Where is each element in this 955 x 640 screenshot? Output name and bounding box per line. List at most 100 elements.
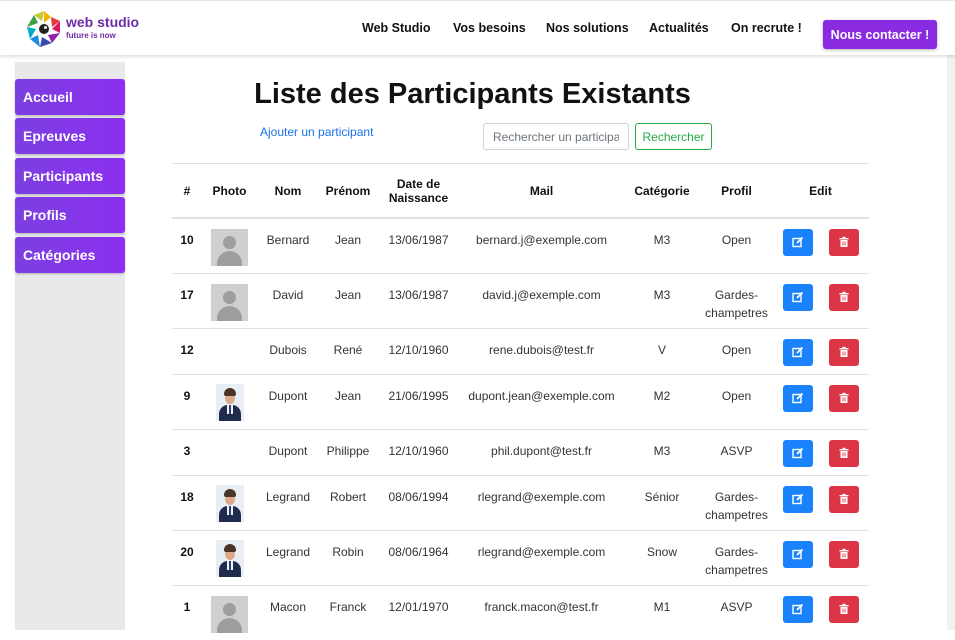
delete-button[interactable]	[828, 540, 859, 568]
cell-id: 10	[172, 217, 202, 273]
sidebar-item-participants[interactable]: Participants	[15, 158, 125, 194]
cell-actions	[772, 327, 869, 374]
edit-button[interactable]	[782, 540, 813, 568]
cell-nom: Dupont	[257, 428, 319, 475]
cell-prenom: Robert	[319, 474, 377, 530]
logo-tagline: future is now	[66, 31, 116, 40]
cell-date-naissance: 21/06/1995	[377, 373, 460, 429]
cell-mail: dupont.jean@exemple.com	[460, 373, 623, 429]
nav-actualites[interactable]: Actualités	[649, 21, 709, 35]
header-id: #	[172, 163, 202, 219]
nav-web-studio[interactable]: Web Studio	[362, 21, 431, 35]
cell-id: 12	[172, 327, 202, 374]
edit-button[interactable]	[782, 384, 813, 412]
avatar-placeholder-icon	[211, 595, 248, 633]
sidebar-item-accueil[interactable]: Accueil	[15, 79, 125, 115]
cell-id: 9	[172, 373, 202, 429]
cell-profil: Gardes-champetres	[701, 474, 772, 530]
participants-table: # Photo Nom Prénom Date de Naissance Mai…	[172, 163, 869, 640]
table-row: 17 David Jean 13/06/1987 david.j@exemple.com…	[172, 272, 869, 328]
cell-prenom: René	[319, 327, 377, 374]
cell-actions	[772, 428, 869, 475]
cell-actions	[772, 373, 869, 429]
top-navbar: web studio future is now Web Studio Vos …	[0, 0, 955, 55]
cell-date-naissance: 12/01/1970	[377, 584, 460, 640]
cell-categorie: V	[623, 327, 701, 374]
delete-button[interactable]	[828, 439, 859, 467]
table-row: 3 Dupont Philippe 12/10/1960 phil.dupont@tes…	[172, 428, 869, 475]
cell-prenom: Philippe	[319, 428, 377, 475]
logo-icon[interactable]	[24, 9, 64, 49]
table-body: 10 Bernard Jean 13/06/1987 bernard.j@exemple…	[172, 217, 869, 640]
avatar-placeholder-icon	[211, 283, 248, 321]
edit-button[interactable]	[782, 338, 813, 366]
cell-actions	[772, 529, 869, 585]
cell-profil: Open	[701, 327, 772, 374]
sidebar-item-profils[interactable]: Profils	[15, 197, 125, 233]
cell-categorie: M3	[623, 272, 701, 328]
contact-button[interactable]: Nous contacter !	[823, 20, 937, 49]
edit-button[interactable]	[782, 229, 813, 256]
cell-nom: Dupont	[257, 373, 319, 429]
cell-profil: Gardes-champetres	[701, 529, 772, 585]
delete-button[interactable]	[828, 595, 859, 623]
cell-photo	[202, 474, 257, 530]
delete-button[interactable]	[828, 283, 859, 311]
cell-categorie: M2	[623, 373, 701, 429]
table-row: 12 Dubois René 12/10/1960 rene.dubois@test.f…	[172, 327, 869, 374]
header-photo: Photo	[202, 163, 257, 219]
nav-vos-besoins[interactable]: Vos besoins	[453, 21, 526, 35]
avatar	[215, 539, 244, 577]
cell-prenom: Jean	[319, 217, 377, 273]
delete-button[interactable]	[828, 229, 859, 256]
cell-prenom: Robin	[319, 529, 377, 585]
cell-categorie: M3	[623, 428, 701, 475]
delete-button[interactable]	[828, 485, 859, 513]
edit-button[interactable]	[782, 595, 813, 623]
search-input[interactable]	[483, 123, 629, 150]
table-row: 1 Macon Franck 12/01/1970 franck.macon@test.…	[172, 584, 869, 640]
sidebar-item-categories[interactable]: Catégories	[15, 237, 125, 273]
cell-profil: ASVP	[701, 428, 772, 475]
cell-photo	[202, 327, 257, 374]
header-prenom: Prénom	[319, 163, 377, 219]
avatar	[215, 383, 244, 421]
edit-button[interactable]	[782, 439, 813, 467]
avatar	[215, 484, 244, 522]
cell-profil: Gardes-champetres	[701, 272, 772, 328]
add-participant-link[interactable]: Ajouter un participant	[260, 125, 373, 139]
table-row: 10 Bernard Jean 13/06/1987 bernard.j@exemple…	[172, 217, 869, 273]
table-header-row: # Photo Nom Prénom Date de Naissance Mai…	[172, 163, 869, 219]
cell-id: 17	[172, 272, 202, 328]
cell-photo	[202, 529, 257, 585]
cell-actions	[772, 474, 869, 530]
cell-id: 3	[172, 428, 202, 475]
nav-nos-solutions[interactable]: Nos solutions	[546, 21, 629, 35]
cell-actions	[772, 584, 869, 640]
cell-photo	[202, 584, 257, 640]
cell-profil: Open	[701, 373, 772, 429]
cell-actions	[772, 272, 869, 328]
cell-photo	[202, 217, 257, 273]
cell-date-naissance: 12/10/1960	[377, 428, 460, 475]
cell-profil: ASVP	[701, 584, 772, 640]
cell-date-naissance: 08/06/1964	[377, 529, 460, 585]
scrollbar[interactable]	[947, 54, 955, 630]
table-row: 20 Legrand Robin 08/06/1964 rlegrand@exemple…	[172, 529, 869, 585]
sidebar: Accueil Epreuves Participants Profils Ca…	[15, 62, 125, 630]
edit-button[interactable]	[782, 283, 813, 311]
cell-prenom: Jean	[319, 272, 377, 328]
cell-mail: franck.macon@test.fr	[460, 584, 623, 640]
search-button[interactable]: Rechercher	[635, 123, 712, 150]
cell-mail: rene.dubois@test.fr	[460, 327, 623, 374]
cell-id: 1	[172, 584, 202, 640]
cell-nom: Bernard	[257, 217, 319, 273]
delete-button[interactable]	[828, 384, 859, 412]
delete-button[interactable]	[828, 338, 859, 366]
edit-button[interactable]	[782, 485, 813, 513]
header-mail: Mail	[460, 163, 623, 219]
nav-on-recrute[interactable]: On recrute !	[731, 21, 802, 35]
cell-date-naissance: 12/10/1960	[377, 327, 460, 374]
cell-mail: david.j@exemple.com	[460, 272, 623, 328]
sidebar-item-epreuves[interactable]: Epreuves	[15, 118, 125, 154]
